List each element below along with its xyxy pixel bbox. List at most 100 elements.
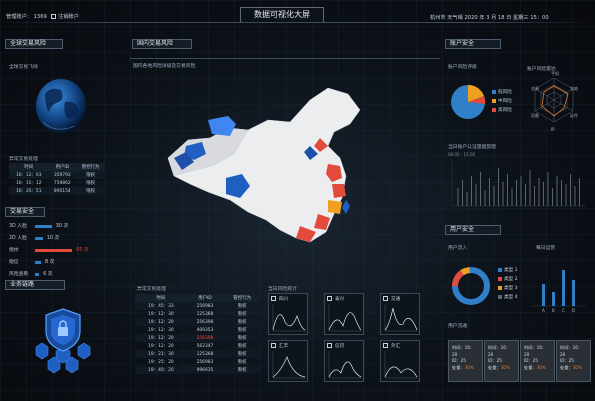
flow-card[interactable]: 时间：16：20 ID：25 处量：30% (484, 340, 519, 382)
legend-item: 低风险 (492, 88, 512, 97)
risk-pie-legend: 低风险 中风险 高风险 (492, 88, 512, 115)
table-cell: 16：15：12 (15, 181, 42, 186)
mini-chart[interactable]: 信贷 (324, 340, 364, 382)
radar-label: IP (551, 127, 555, 132)
legend-label: 类型 3 (504, 286, 518, 291)
table-cell: 125368 (196, 311, 214, 317)
center-abnormal-table: 时间 用户ID 管控行为 19：45：33 256983 限权 19：12：30 125… (135, 294, 261, 374)
card-amount-value: 30% (572, 364, 582, 370)
legend-label: 类型 4 (504, 295, 518, 300)
mini-chart-curve (384, 351, 418, 379)
table-cell: 限权 (76, 171, 105, 179)
table-cell: 19：12：30 (148, 312, 174, 317)
global-risk-title: 全球交易风险 (5, 39, 63, 49)
bar-tick-label: C (562, 308, 565, 313)
user-donut-chart (452, 267, 490, 305)
legend-item: 类型 2 (498, 275, 518, 284)
legend-swatch (498, 294, 502, 299)
radar-label: 冻结 (570, 86, 578, 91)
table-row[interactable]: 19：21：30 125368 限权 (135, 350, 261, 358)
mini-chart-curve (272, 304, 306, 332)
table-row[interactable]: 19：12：20 256398 限权 (135, 318, 261, 326)
stat-value: 30 次 (55, 224, 69, 229)
daily-ops-label: 每日运营 (536, 246, 556, 251)
legend-label: 低风险 (498, 90, 512, 95)
radar-label: 交易 (531, 86, 539, 91)
legend-label: 高风险 (498, 108, 512, 113)
global-flight-label: 全球交易飞线 (9, 65, 38, 70)
table-row[interactable]: 16：12：03 359793 限权 (9, 171, 105, 179)
mini-chart[interactable]: 四川 (268, 293, 308, 335)
mini-chart[interactable]: 汇丰 (268, 340, 308, 382)
table-header: 用户ID (48, 163, 77, 171)
center-abnormal-title: 异常交易处理 (137, 287, 166, 292)
user-security-title: 用户安全 (445, 225, 501, 235)
china-map[interactable] (150, 80, 400, 290)
stat-row: 3D 人脸 30 次 (9, 222, 119, 230)
header-info: 杭州市 天气晴 2020 年 3 月 18 日 星期三 15：00 (430, 14, 549, 21)
legend-swatch (498, 285, 502, 290)
globe-icon (36, 79, 86, 133)
table-cell: 256398 (186, 334, 224, 342)
table-header: 管控行为 (76, 163, 105, 171)
legend-item: 类型 4 (498, 293, 518, 302)
table-header: 管控行为 (223, 294, 261, 302)
table-cell: 125368 (186, 350, 224, 358)
legend-swatch (492, 89, 496, 94)
legend-item: 类型 1 (498, 266, 518, 275)
flow-card[interactable]: 时间：16：20 ID：25 处量：30% (556, 340, 591, 382)
card-amount: 处量：30% (488, 365, 515, 372)
stat-bar (35, 236, 43, 240)
table-cell: 限权 (223, 366, 261, 374)
stat-label: 短信 (9, 260, 19, 265)
account-security-title: 账户安全 (445, 39, 501, 49)
risk-pie-chart (451, 84, 486, 119)
logout-checkbox[interactable] (51, 14, 57, 19)
left-abnormal-title: 异常交易处理 (9, 157, 38, 162)
legend-swatch (498, 267, 502, 272)
stat-value: 8 次 (45, 260, 55, 265)
flow-card[interactable]: 时间：16：20 ID：25 处量：30% (520, 340, 555, 382)
stat-label: 2D 人脸 (9, 236, 27, 241)
mini-chart[interactable]: 外汇 (380, 340, 420, 382)
card-amount-label: 处量： (488, 364, 501, 370)
legend-label: 中风险 (498, 99, 512, 104)
table-row[interactable]: 19：12：30 125368 限权 (135, 310, 261, 318)
table-row[interactable]: 19：45：33 256983 限权 (135, 302, 261, 310)
mini-chart[interactable]: 泰兴 (324, 293, 364, 335)
table-row[interactable]: 16：35：51 895154 限权 (9, 187, 105, 195)
card-time: 时间：16：20 (524, 345, 547, 357)
trade-security-title: 交易安全 (5, 207, 45, 217)
card-amount-value: 30% (500, 364, 510, 370)
table-row[interactable]: 16：15：12 759862 限权 (9, 179, 105, 187)
left-abnormal-table: 时间 用户ID 管控行为 16：12：03 359793 限权 16：15：12… (9, 163, 105, 195)
table-row[interactable]: 19：12：20 256398 限权 (135, 334, 261, 342)
table-header: 时间 (135, 294, 187, 302)
card-time: 时间：16：20 (452, 345, 475, 357)
mini-chart-curve (272, 351, 306, 379)
weather-label: 天气晴 (447, 15, 463, 21)
table-row[interactable]: 19：12：30 409353 限权 (135, 326, 261, 334)
table-cell: 562347 (196, 343, 214, 349)
risk-stats-title: 当日风险统计 (268, 287, 297, 292)
table-cell: 限权 (223, 318, 261, 326)
user-inflow-label: 用户流入 (448, 246, 468, 251)
mini-chart-curve (328, 304, 362, 332)
datetime-label: 2020 年 3 月 18 日 星期三 15：00 (464, 15, 549, 21)
table-cell: 16：35：51 (9, 187, 49, 195)
stat-value: 6 次 (43, 272, 53, 277)
card-amount-label: 处量： (452, 364, 465, 370)
flow-card[interactable]: 时间：16：20 ID：25 处量：30% (448, 340, 483, 382)
table-cell: 限权 (237, 360, 247, 365)
table-row[interactable]: 19：40：20 996635 限权 (135, 366, 261, 374)
table-cell: 19：12：20 (135, 334, 187, 342)
domestic-risk-title: 国内交易风险 (132, 39, 192, 49)
table-row[interactable]: 19：12：20 562347 限权 (135, 342, 261, 350)
bar-tick-label: D (572, 308, 575, 313)
page-title: 数据可视化大屏 (240, 7, 324, 23)
legend-label: 类型 2 (504, 277, 518, 282)
stat-row: 指纹 65 次 (9, 246, 119, 254)
logout-link[interactable]: 注销账户 (58, 14, 79, 20)
table-row[interactable]: 19：25：20 256983 限权 (135, 358, 261, 366)
mini-chart[interactable]: 交通 (380, 293, 420, 335)
